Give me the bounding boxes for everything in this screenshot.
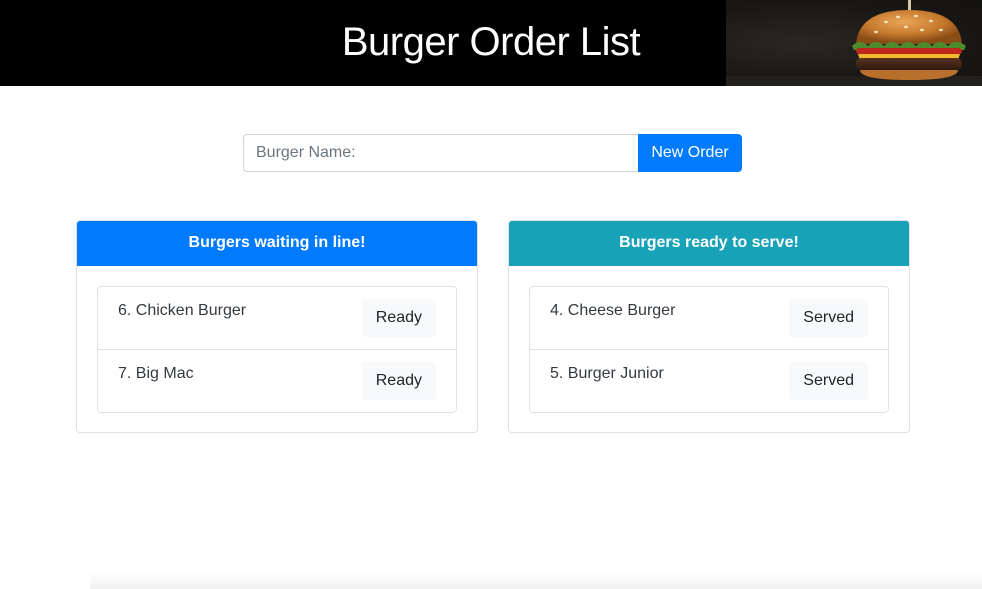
ready-button[interactable]: Ready [361,299,436,337]
waiting-card: Burgers waiting in line! 6. Chicken Burg… [76,220,478,433]
new-order-form: New Order [243,134,742,172]
burger-illustration [726,0,982,86]
burger-label: 5. Burger Junior [550,365,664,382]
page: Burger Order List Burger Name: New Order… [0,0,982,589]
waiting-card-body: 6. Chicken Burger Ready 7. Big Mac Ready [77,266,477,432]
list-item: 5. Burger Junior Served [530,350,888,412]
burger-label: 4. Cheese Burger [550,302,676,319]
burger-photo [726,0,982,86]
page-header: Burger Order List [0,0,982,86]
ready-button[interactable]: Ready [361,362,436,400]
served-button[interactable]: Served [789,299,868,337]
burger-label: 6. Chicken Burger [118,302,247,319]
ready-card-body: 4. Cheese Burger Served 5. Burger Junior… [509,266,909,432]
ready-list: 4. Cheese Burger Served 5. Burger Junior… [529,286,889,413]
ready-card: Burgers ready to serve! 4. Cheese Burger… [508,220,910,433]
new-order-button[interactable]: New Order [638,134,742,172]
bottom-edge-shadow [90,572,982,589]
list-item: 6. Chicken Burger Ready [98,287,456,350]
list-item: 7. Big Mac Ready [98,350,456,412]
served-button[interactable]: Served [789,362,868,400]
burger-label: 7. Big Mac [118,365,194,382]
list-item: 4. Cheese Burger Served [530,287,888,350]
burger-name-input[interactable] [243,134,638,172]
waiting-list: 6. Chicken Burger Ready 7. Big Mac Ready [97,286,457,413]
waiting-card-title: Burgers waiting in line! [77,221,477,266]
ready-card-title: Burgers ready to serve! [509,221,909,266]
